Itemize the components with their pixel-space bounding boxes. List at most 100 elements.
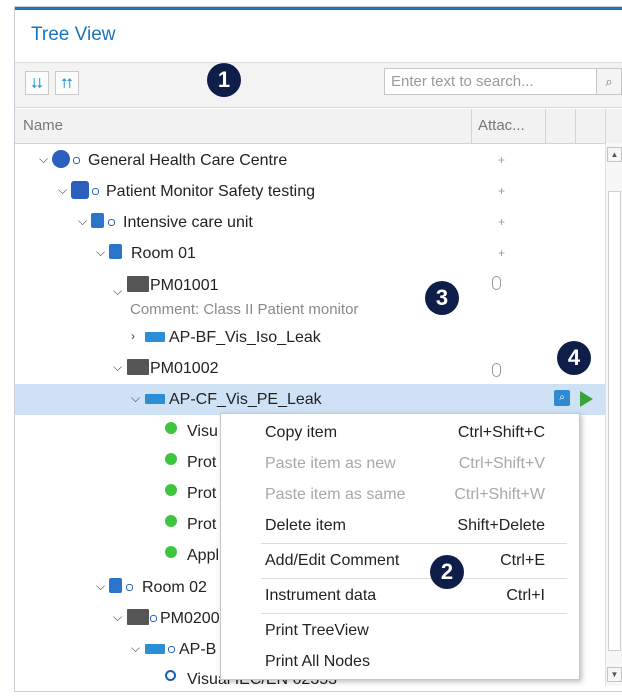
chevron-down-icon[interactable]: ⌵ [131,391,140,406]
menu-item-shortcut: Ctrl+E [500,552,545,569]
chevron-down-icon[interactable]: ⌵ [113,360,122,375]
status-ring-icon [108,219,115,226]
pass-status-icon [165,453,177,465]
pass-status-icon [165,515,177,527]
callout-badge-4: 4 [557,341,591,375]
callout-badge-3: 3 [425,281,459,315]
test-sequence-icon [145,394,165,404]
tree-row-comment: Comment: Class II Patient monitor [15,298,605,322]
chevron-down-icon[interactable]: ⌵ [131,641,140,656]
run-test-icon[interactable] [580,391,593,407]
menu-item-paste-same[interactable]: Paste item as same Ctrl+Shift+W [221,479,577,510]
tree-row-test[interactable]: › AP-BF_Vis_Iso_Leak [15,322,605,353]
collapse-all-button[interactable]: ⮅ [55,71,79,95]
scroll-down-arrow-icon[interactable]: ▼ [607,667,622,682]
menu-item-add-comment[interactable]: Add/Edit Comment Ctrl+E [221,545,577,576]
status-ring-icon [150,615,157,622]
add-attachment-icon[interactable]: + [498,215,505,229]
column-header-name[interactable]: Name [23,109,63,143]
attachment-icon[interactable] [492,363,501,377]
tree-node-label: PM01001 [150,277,219,294]
column-divider [471,109,472,143]
procedure-icon [71,181,89,199]
menu-item-print-all[interactable]: Print All Nodes [221,646,577,677]
chevron-down-icon[interactable]: ⌵ [113,610,122,625]
column-divider [575,109,576,143]
patient-monitor-icon [127,276,149,292]
tree-row-device[interactable]: ⌵ PM01002 [15,353,605,384]
search-input[interactable] [389,72,588,91]
chevron-down-icon[interactable]: ⌵ [113,284,122,299]
menu-item-shortcut: Ctrl+Shift+C [457,424,545,441]
chevron-down-icon[interactable]: ⌵ [78,214,87,229]
tree-node-label: Patient Monitor Safety testing [106,183,315,200]
tree-row-department[interactable]: ⌵ Intensive care unit + [15,207,605,238]
menu-item-paste-new[interactable]: Paste item as new Ctrl+Shift+V [221,448,577,479]
search-icon: ⌕ [605,74,613,89]
test-sequence-icon [145,644,165,654]
menu-item-label: Copy item [265,424,338,441]
menu-item-shortcut: Ctrl+I [506,587,545,604]
menu-item-label: Paste item as new [265,455,396,472]
menu-separator [261,543,567,544]
menu-item-instrument-data[interactable]: Instrument data Ctrl+I [221,580,577,611]
add-attachment-icon[interactable]: + [498,153,505,167]
tree-row-room[interactable]: ⌵ Room 01 + [15,238,605,269]
view-results-icon[interactable]: ⌕ [554,390,570,406]
status-ring-icon [168,646,175,653]
expand-all-button[interactable]: ⮇ [25,71,49,95]
chevron-down-icon[interactable]: ⌵ [96,579,105,594]
tree-row-device[interactable]: ⌵ PM01001 [15,270,605,301]
column-divider [605,109,606,143]
panel-accent-bar [15,7,622,10]
scroll-up-arrow-icon[interactable]: ▲ [607,147,622,162]
tree-row-organization[interactable]: ⌵ General Health Care Centre + [15,145,605,176]
tree-node-label: Prot [187,454,217,471]
column-divider [545,109,546,143]
add-attachment-icon[interactable]: + [498,246,505,260]
menu-item-label: Delete item [265,517,346,534]
tree-node-label: Room 01 [131,245,196,262]
chevron-down-icon[interactable]: ⌵ [39,152,48,167]
pending-status-icon [165,670,176,681]
status-ring-icon [92,188,99,195]
menu-separator [261,613,567,614]
menu-item-copy[interactable]: Copy item Ctrl+Shift+C [221,417,577,448]
patient-monitor-icon [127,609,149,625]
menu-item-delete[interactable]: Delete item Shift+Delete [221,510,577,541]
chevron-down-icon[interactable]: ⌵ [96,245,105,260]
menu-item-print-treeview[interactable]: Print TreeView [221,615,577,646]
search-button[interactable]: ⌕ [597,68,622,95]
patient-monitor-icon [127,359,149,375]
attachment-icon[interactable] [492,276,501,290]
tree-node-label: Visu [187,423,218,440]
chevron-down-icon[interactable]: ⌵ [58,183,67,198]
tree-node-label: Intensive care unit [123,214,253,231]
tree-row-test-selected[interactable]: ⌵ AP-CF_Vis_PE_Leak [15,384,605,415]
pass-status-icon [165,422,177,434]
tree-row-procedure[interactable]: ⌵ Patient Monitor Safety testing + [15,176,605,207]
column-header-attachments[interactable]: Attac... [478,109,525,143]
menu-item-label: Paste item as same [265,486,406,503]
menu-separator [261,578,567,579]
vertical-scrollbar[interactable]: ▲ ▼ [605,143,622,686]
pass-status-icon [165,546,177,558]
menu-item-shortcut: Ctrl+Shift+W [454,486,545,503]
tree-node-label: PM0200 [160,610,220,627]
location-icon [91,213,104,228]
callout-badge-2: 2 [430,555,464,589]
chevron-right-icon[interactable]: › [131,329,135,343]
status-ring-icon [126,584,133,591]
menu-item-shortcut: Shift+Delete [457,517,545,534]
tree-node-label: Appl [187,547,220,564]
add-attachment-icon[interactable]: + [498,184,505,198]
organization-icon [52,150,70,168]
pass-status-icon [165,484,177,496]
scrollbar-thumb[interactable] [608,191,621,651]
context-menu: Copy item Ctrl+Shift+C Paste item as new… [220,413,580,680]
tree-node-label: Room 02 [142,579,207,596]
tree-node-label: General Health Care Centre [88,152,288,169]
tree-node-label: PM01002 [150,360,219,377]
search-box[interactable] [384,68,597,95]
menu-item-label: Add/Edit Comment [265,552,400,569]
